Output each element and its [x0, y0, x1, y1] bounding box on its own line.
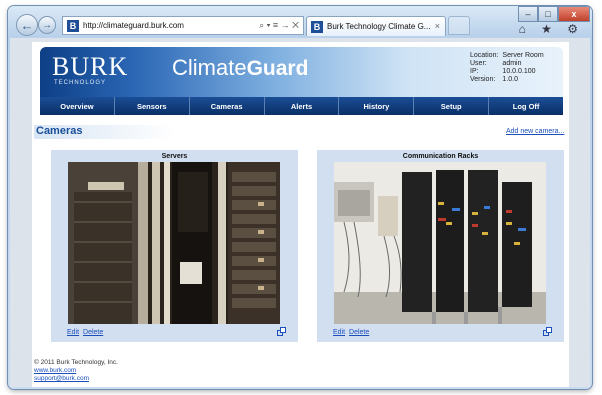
product-logo-pre: Climate — [172, 55, 247, 80]
address-tools[interactable]: ⌕ ▾ ≡ → ✕ — [259, 20, 299, 31]
camera-panel: Servers Edit Delete — [51, 150, 298, 342]
camera-title: Communication Racks — [402, 153, 479, 160]
back-arrow-icon[interactable]: ← — [16, 14, 38, 36]
user-value: admin — [502, 60, 522, 67]
page-container: BURK TECHNOLOGY ClimateGuard Location: Se… — [32, 42, 569, 387]
product-logo: ClimateGuard — [172, 55, 308, 81]
menu-alerts[interactable]: Alerts — [265, 97, 340, 115]
browser-viewport: BURK TECHNOLOGY ClimateGuard Location: Se… — [10, 38, 590, 387]
minimize-button[interactable]: – — [518, 6, 538, 22]
new-tab-button[interactable] — [448, 16, 470, 35]
product-logo-post: Guard — [246, 57, 309, 80]
page-title: Cameras — [34, 125, 176, 139]
support-email-link[interactable]: support@burk.com — [34, 375, 118, 383]
user-label: User: — [470, 60, 487, 67]
version-label: Version: — [470, 76, 496, 83]
camera-feed-servers[interactable] — [68, 162, 280, 324]
popout-icon[interactable] — [543, 327, 552, 336]
popout-icon[interactable] — [277, 327, 286, 336]
burk-logo-sub: TECHNOLOGY — [54, 80, 107, 86]
browser-tab[interactable]: B Burk Technology Climate G... × — [306, 16, 446, 36]
delete-camera-link[interactable]: Delete — [349, 329, 369, 336]
copyright-text: © 2011 Burk Technology, Inc. — [34, 359, 118, 366]
address-url: http://climateguard.burk.com — [83, 21, 184, 30]
toolbar-icons[interactable]: ⌂ ★ ⚙ — [519, 22, 584, 36]
servers-image — [68, 162, 280, 324]
racks-image — [334, 162, 546, 324]
location-label: Location: — [470, 52, 499, 59]
camera-panel: Communication Racks Edit Delete — [317, 150, 564, 342]
app-header: BURK TECHNOLOGY ClimateGuard Location: Se… — [40, 47, 563, 97]
version-value: 1.0.0 — [502, 76, 518, 83]
main-menu: Overview Sensors Cameras Alerts History … — [40, 97, 563, 115]
maximize-button[interactable]: □ — [538, 6, 558, 22]
menu-setup[interactable]: Setup — [414, 97, 490, 115]
location-value: Server Room — [502, 52, 544, 59]
tab-title: Burk Technology Climate G... — [327, 22, 431, 31]
close-window-button[interactable]: x — [558, 6, 590, 22]
menu-history[interactable]: History — [339, 97, 415, 115]
edit-camera-link[interactable]: Edit — [67, 329, 79, 336]
website-link[interactable]: www.burk.com — [34, 367, 118, 375]
menu-logoff[interactable]: Log Off — [489, 97, 563, 115]
ip-value: 10.0.0.100 — [502, 68, 536, 75]
ip-label: IP: — [470, 68, 479, 75]
camera-actions: Edit Delete — [67, 329, 105, 336]
camera-title: Servers — [161, 153, 188, 160]
burk-tab-favicon-icon: B — [311, 20, 323, 33]
device-info: Location: Server Room User: admin IP: 10.0.… — [470, 52, 548, 84]
menu-cameras[interactable]: Cameras — [190, 97, 265, 115]
tab-close-icon[interactable]: × — [435, 21, 440, 31]
page-footer: © 2011 Burk Technology, Inc. www.burk.co… — [34, 359, 118, 383]
browser-window: ← → B http://climateguard.burk.com ⌕ ▾ ≡… — [8, 6, 592, 389]
burk-favicon-icon: B — [67, 19, 79, 32]
address-bar[interactable]: B http://climateguard.burk.com ⌕ ▾ ≡ → ✕ — [62, 16, 304, 35]
camera-feed-racks[interactable] — [334, 162, 546, 324]
browser-titlebar: ← → B http://climateguard.burk.com ⌕ ▾ ≡… — [8, 6, 592, 40]
camera-grid: Servers Edit Delete Communication Racks … — [46, 150, 566, 342]
add-camera-link[interactable]: Add new camera... — [506, 128, 564, 135]
forward-arrow-icon[interactable]: → — [38, 16, 56, 34]
menu-overview[interactable]: Overview — [40, 97, 115, 115]
edit-camera-link[interactable]: Edit — [333, 329, 345, 336]
camera-actions: Edit Delete — [333, 329, 371, 336]
menu-sensors[interactable]: Sensors — [115, 97, 190, 115]
delete-camera-link[interactable]: Delete — [83, 329, 103, 336]
burk-logo[interactable]: BURK — [52, 52, 128, 82]
